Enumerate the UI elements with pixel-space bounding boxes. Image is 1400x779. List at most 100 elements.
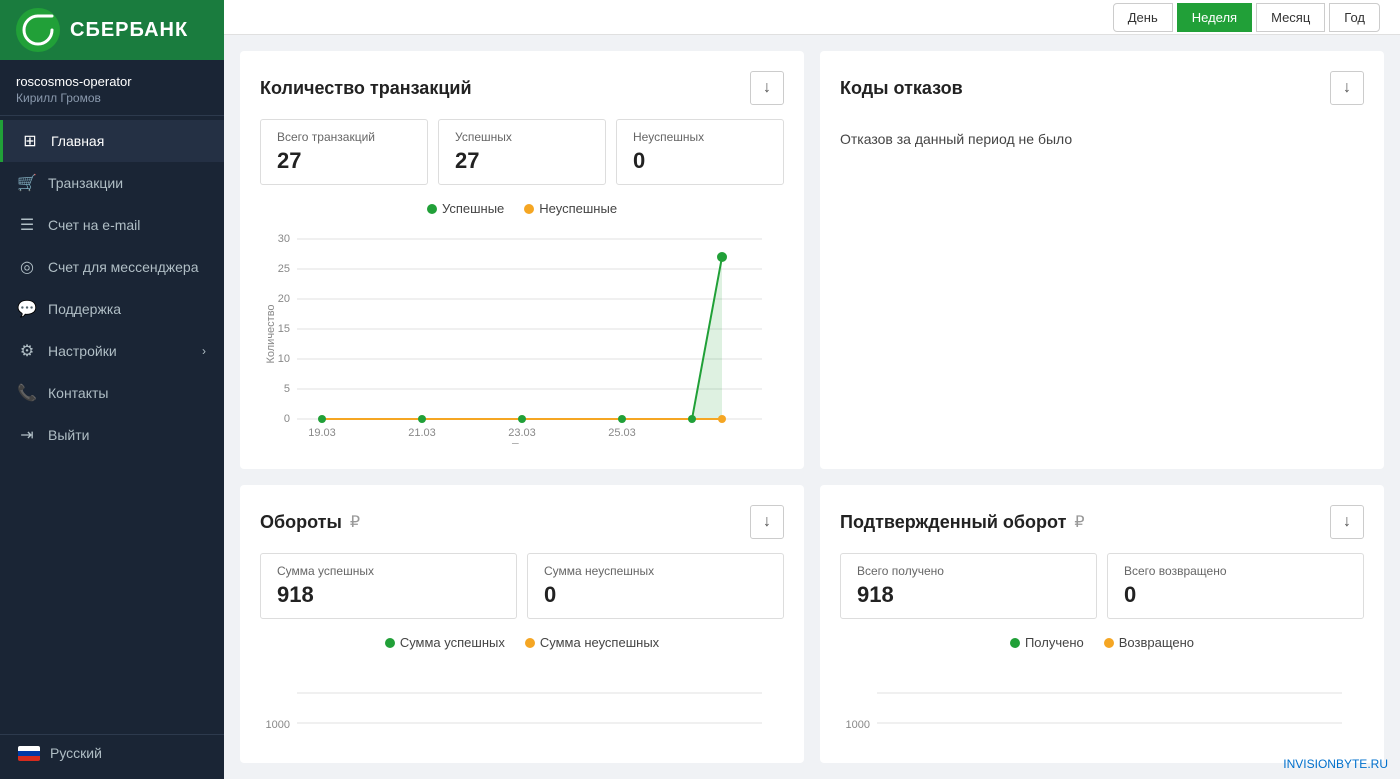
messenger-icon: ◎ xyxy=(18,258,36,276)
svg-text:0: 0 xyxy=(284,413,290,425)
sidebar-item-messenger-account[interactable]: ◎ Счет для мессенджера xyxy=(0,246,224,288)
legend-returned: Возвращено xyxy=(1104,635,1194,650)
sidebar-item-support-label: Поддержка xyxy=(48,301,121,317)
dashboard: Количество транзакций ↓ Всего транзакций… xyxy=(224,35,1400,779)
transactions-stats-row: Всего транзакций 27 Успешных 27 Неуспешн… xyxy=(260,119,784,185)
sidebar-item-messenger-label: Счет для мессенджера xyxy=(48,259,199,275)
stat-total-value: 27 xyxy=(277,148,411,174)
transactions-card-title: Количество транзакций xyxy=(260,78,472,99)
confirmed-stats-row: Всего получено 918 Всего возвращено 0 xyxy=(840,553,1364,619)
legend-fail: Неуспешные xyxy=(524,201,617,216)
sberbank-logo-icon xyxy=(16,8,60,52)
confirmed-chart-svg: 1000 xyxy=(840,658,1364,738)
confirmed-turnover-card-header: Подтвержденный оборот ₽ ↓ xyxy=(840,505,1364,539)
settings-icon: ⚙ xyxy=(18,342,36,360)
confirmed-chart: 1000 xyxy=(840,658,1364,743)
turnover-stats-row: Сумма успешных 918 Сумма неуспешных 0 xyxy=(260,553,784,619)
stat-success-sum: Сумма успешных 918 xyxy=(260,553,517,619)
transactions-card-header: Количество транзакций ↓ xyxy=(260,71,784,105)
transactions-chart: 0 5 10 15 20 25 30 Количество xyxy=(260,224,784,449)
turnover-card-header: Обороты ₽ ↓ xyxy=(260,505,784,539)
transactions-legend: Успешные Неуспешные xyxy=(260,201,784,216)
legend-received: Получено xyxy=(1010,635,1084,650)
sidebar-item-support[interactable]: 💬 Поддержка xyxy=(0,288,224,330)
confirmed-turnover-card-title: Подтвержденный оборот ₽ xyxy=(840,512,1085,533)
stat-fail-label: Неуспешных xyxy=(633,130,767,144)
watermark: INVISIONBYTE.RU xyxy=(1283,757,1388,771)
sidebar-item-logout[interactable]: ⇥ Выйти xyxy=(0,414,224,456)
legend-fail-dot xyxy=(524,204,534,214)
watermark-text: INVISIONBYTE xyxy=(1283,757,1367,771)
svg-text:Количество: Количество xyxy=(265,304,277,363)
russian-flag-icon xyxy=(18,746,40,761)
stat-total-transactions: Всего транзакций 27 xyxy=(260,119,428,185)
turnover-card-title: Обороты ₽ xyxy=(260,512,360,533)
svg-text:30: 30 xyxy=(278,233,290,245)
confirmed-turnover-card: Подтвержденный оборот ₽ ↓ Всего получено… xyxy=(820,485,1384,763)
main-content: День Неделя Месяц Год Количество транзак… xyxy=(224,0,1400,779)
turnover-card: Обороты ₽ ↓ Сумма успешных 918 Сумма неу… xyxy=(240,485,804,763)
svg-text:Период: Период xyxy=(511,441,553,444)
sidebar-item-contacts[interactable]: 📞 Контакты xyxy=(0,372,224,414)
confirmed-y-label: 1000 xyxy=(846,719,870,731)
svg-text:5: 5 xyxy=(284,383,290,395)
language-label: Русский xyxy=(50,745,102,761)
transactions-card: Количество транзакций ↓ Всего транзакций… xyxy=(240,51,804,469)
stat-success-label: Успешных xyxy=(455,130,589,144)
transactions-icon: 🛒 xyxy=(18,174,36,192)
sidebar-item-contacts-label: Контакты xyxy=(48,385,108,401)
legend-received-dot xyxy=(1010,638,1020,648)
stat-received: Всего получено 918 xyxy=(840,553,1097,619)
sidebar-item-transactions[interactable]: 🛒 Транзакции xyxy=(0,162,224,204)
sidebar-bottom: Русский xyxy=(0,734,224,779)
sidebar-user: roscosmos-operator Кирилл Громов xyxy=(0,60,224,116)
refusals-card-title: Коды отказов xyxy=(840,78,963,99)
stat-received-value: 918 xyxy=(857,582,1080,608)
sidebar-item-settings[interactable]: ⚙ Настройки › xyxy=(0,330,224,372)
refusals-empty-text: Отказов за данный период не было xyxy=(840,129,1364,150)
confirmed-download-button[interactable]: ↓ xyxy=(1330,505,1364,539)
sidebar-item-settings-label: Настройки xyxy=(48,343,117,359)
svg-text:10: 10 xyxy=(278,353,290,365)
stat-success-value: 27 xyxy=(455,148,589,174)
period-day-button[interactable]: День xyxy=(1113,3,1173,32)
svg-text:20: 20 xyxy=(278,293,290,305)
refusals-card-header: Коды отказов ↓ xyxy=(840,71,1364,105)
contacts-icon: 📞 xyxy=(18,384,36,402)
turnover-download-button[interactable]: ↓ xyxy=(750,505,784,539)
refusals-download-button[interactable]: ↓ xyxy=(1330,71,1364,105)
watermark-suffix: .RU xyxy=(1367,757,1388,771)
legend-success-sum: Сумма успешных xyxy=(385,635,505,650)
legend-fail-label: Неуспешные xyxy=(539,201,617,216)
period-week-button[interactable]: Неделя xyxy=(1177,3,1252,32)
legend-received-label: Получено xyxy=(1025,635,1084,650)
stat-fail-sum-label: Сумма неуспешных xyxy=(544,564,767,578)
sidebar-item-logout-label: Выйти xyxy=(48,427,89,443)
stat-success-sum-value: 918 xyxy=(277,582,500,608)
svg-text:19.03: 19.03 xyxy=(308,427,336,439)
legend-success-sum-dot xyxy=(385,638,395,648)
confirmed-legend: Получено Возвращено xyxy=(840,635,1364,650)
topbar: День Неделя Месяц Год xyxy=(224,0,1400,35)
svg-text:25: 25 xyxy=(278,263,290,275)
refusals-card: Коды отказов ↓ Отказов за данный период … xyxy=(820,51,1384,469)
sidebar-item-email-label: Счет на e-mail xyxy=(48,217,140,233)
legend-returned-label: Возвращено xyxy=(1119,635,1194,650)
legend-fail-sum-label: Сумма неуспешных xyxy=(540,635,659,650)
support-icon: 💬 xyxy=(18,300,36,318)
sidebar-item-home[interactable]: ⊞ Главная xyxy=(0,120,224,162)
transactions-chart-svg: 0 5 10 15 20 25 30 Количество xyxy=(260,224,784,444)
sidebar-item-transactions-label: Транзакции xyxy=(48,175,123,191)
turnover-currency: ₽ xyxy=(350,512,360,532)
period-month-button[interactable]: Месяц xyxy=(1256,3,1325,32)
sidebar: СБЕРБАНК roscosmos-operator Кирилл Громо… xyxy=(0,0,224,779)
sidebar-nav: ⊞ Главная 🛒 Транзакции ☰ Счет на e-mail … xyxy=(0,116,224,734)
legend-success: Успешные xyxy=(427,201,504,216)
stat-returned-label: Всего возвращено xyxy=(1124,564,1347,578)
transactions-download-button[interactable]: ↓ xyxy=(750,71,784,105)
stat-total-label: Всего транзакций xyxy=(277,130,411,144)
sidebar-item-email-account[interactable]: ☰ Счет на e-mail xyxy=(0,204,224,246)
language-selector[interactable]: Русский xyxy=(0,735,224,771)
stat-fail-transactions: Неуспешных 0 xyxy=(616,119,784,185)
period-year-button[interactable]: Год xyxy=(1329,3,1380,32)
